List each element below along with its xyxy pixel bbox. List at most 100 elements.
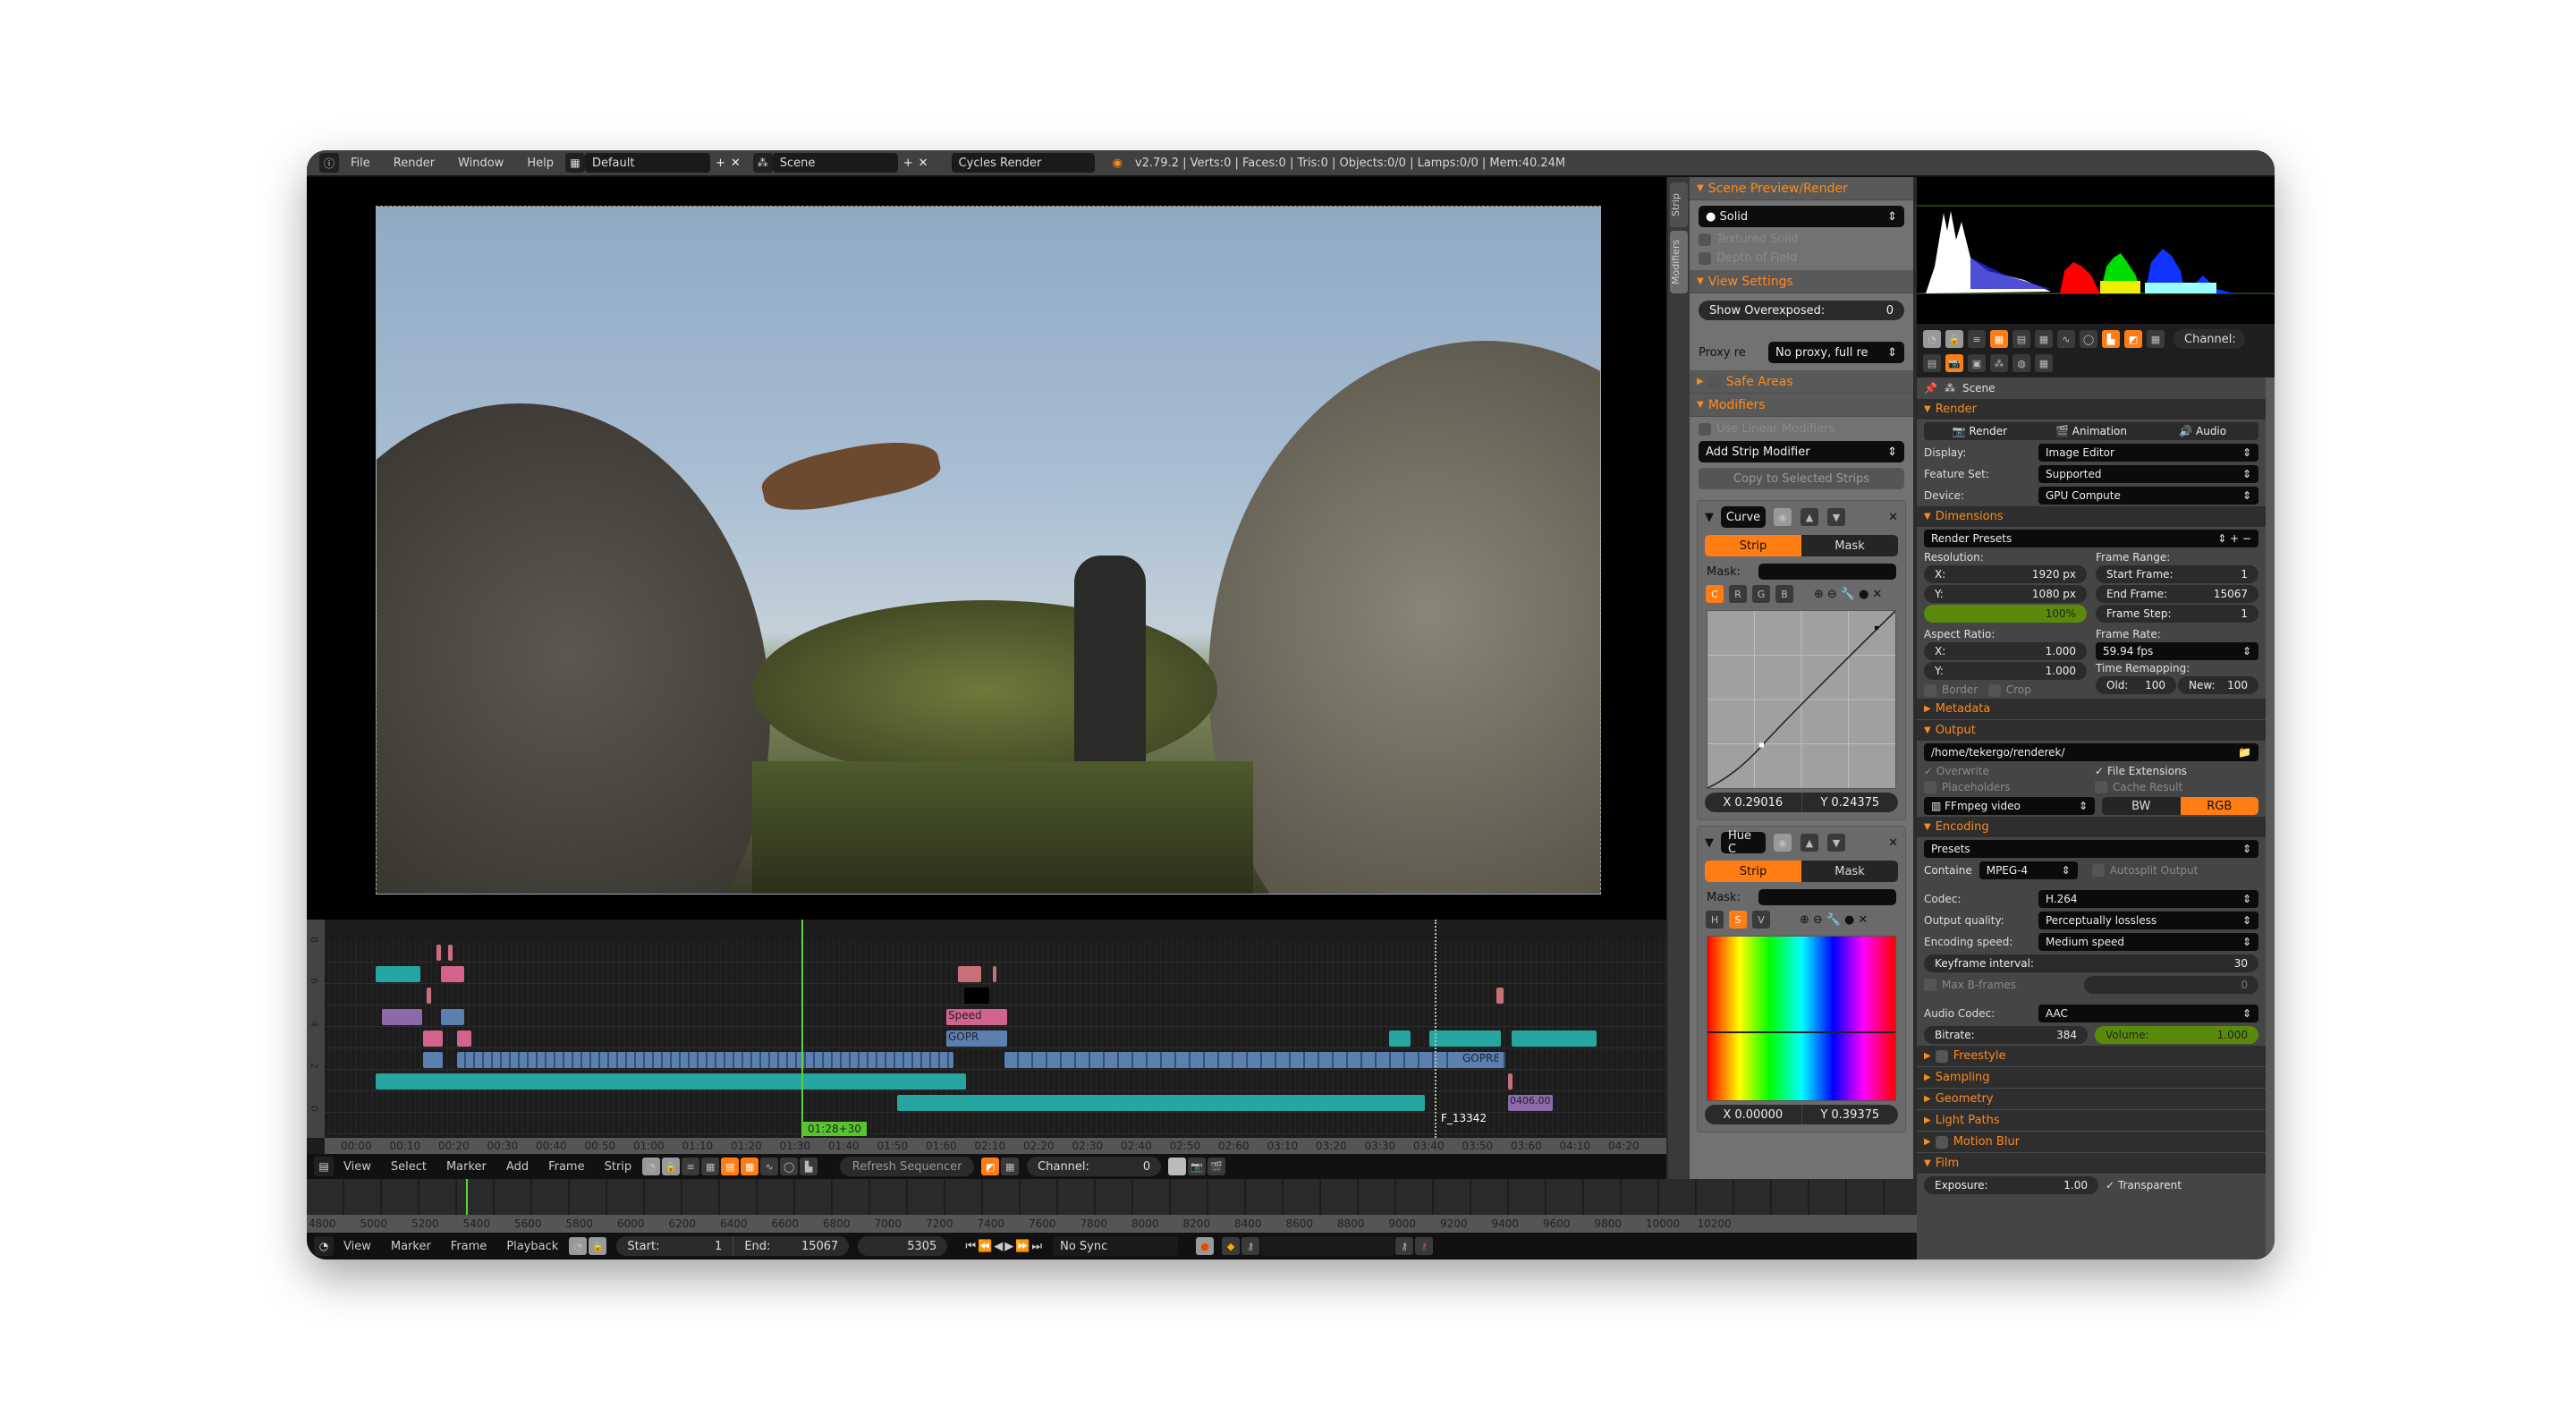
check-icon[interactable]: ✓: [2095, 765, 2107, 777]
mask-field[interactable]: [1758, 564, 1896, 580]
curve-x-field[interactable]: X 0.29016: [1705, 793, 1801, 812]
strip[interactable]: [423, 1031, 443, 1047]
preview-mode-icon[interactable]: ▦: [1990, 330, 2008, 348]
render-anim-icon[interactable]: 🎬: [1208, 1158, 1226, 1175]
seq-preview-mode-icon[interactable]: ▤: [2012, 330, 2030, 348]
jump-start-icon[interactable]: ⏮: [965, 1240, 978, 1253]
scope-channel-field[interactable]: Channel:: [2174, 329, 2245, 349]
view-settings-header[interactable]: ▼ View Settings: [1690, 270, 1913, 293]
remap-old-field[interactable]: Old: 100: [2096, 676, 2176, 694]
lock-icon[interactable]: 🔒: [662, 1158, 681, 1175]
strip[interactable]: [441, 1009, 464, 1025]
proxy-select[interactable]: No proxy, full re ⇕: [1768, 342, 1904, 363]
volume-slider[interactable]: Volume: 1.000: [2095, 1026, 2258, 1044]
wrench-icon[interactable]: 🔧: [1841, 588, 1855, 601]
prev-keyframe-icon[interactable]: ⏪: [978, 1240, 994, 1253]
pin-icon[interactable]: 📌: [1924, 382, 1937, 394]
freestyle-checkbox[interactable]: [1935, 1049, 1948, 1063]
modifier-name-field[interactable]: Curve: [1721, 506, 1766, 528]
audio-button[interactable]: 🔊 Audio: [2147, 422, 2259, 440]
res-percentage-slider[interactable]: 100%: [1924, 605, 2087, 623]
zoom-in-icon[interactable]: ⊕: [1800, 913, 1809, 927]
channel-v[interactable]: V: [1752, 911, 1770, 929]
encoding-presets-select[interactable]: Presets ⇕: [1924, 840, 2258, 858]
sync-mode-select[interactable]: No Sync: [1053, 1236, 1179, 1256]
safe-areas-header[interactable]: ▶ Safe Areas: [1690, 370, 1913, 394]
mask-toggle[interactable]: Mask: [1801, 861, 1898, 882]
dimensions-header[interactable]: ▼ Dimensions: [1917, 506, 2266, 528]
scene-preview-header[interactable]: ▼ Scene Preview/Render: [1690, 177, 1913, 200]
output-path-field[interactable]: /home/tekergo/renderek/ 📁: [1924, 742, 2258, 761]
textured-solid-checkbox[interactable]: [1699, 233, 1711, 246]
layers-context-icon[interactable]: ▣: [1968, 354, 1986, 372]
keyframe-interval-field[interactable]: Keyframe interval: 30: [1924, 954, 2258, 972]
menu-frame[interactable]: Frame: [538, 1160, 595, 1174]
channel-s[interactable]: S: [1729, 911, 1747, 929]
freestyle-header[interactable]: ▶ Freestyle: [1917, 1046, 2266, 1067]
render-context-icon[interactable]: 📷: [1945, 354, 1963, 372]
channel-h[interactable]: H: [1706, 911, 1724, 929]
output-header[interactable]: ▼ Output: [1917, 719, 2266, 742]
curve-point[interactable]: [1758, 742, 1764, 748]
overlay-icon[interactable]: ◩: [2124, 330, 2142, 348]
zoom-in-icon[interactable]: ⊕: [1814, 588, 1824, 601]
gopr-strip[interactable]: GOPR: [946, 1031, 1007, 1047]
motion-blur-header[interactable]: ▶ Motion Blur: [1917, 1132, 2266, 1153]
timeline-playhead[interactable]: [466, 1179, 468, 1215]
aspect-x-field[interactable]: X: 1.000: [1924, 642, 2087, 660]
menu-strip[interactable]: Strip: [595, 1160, 642, 1174]
properties-scrollbar[interactable]: [2266, 377, 2275, 1260]
shading-select[interactable]: ● Solid ⇕: [1699, 206, 1904, 227]
strip[interactable]: [423, 1052, 443, 1068]
device-select[interactable]: GPU Compute ⇕: [2038, 487, 2258, 505]
editor-type-icon[interactable]: ▤: [1923, 354, 1941, 372]
scene-select[interactable]: Scene: [772, 153, 898, 173]
zoom-out-icon[interactable]: ⊖: [1813, 913, 1823, 927]
sequencer-mode-icon[interactable]: ≡: [682, 1158, 700, 1175]
timeline-area[interactable]: [307, 1179, 1917, 1215]
mask-field[interactable]: [1758, 889, 1896, 905]
modifier-name-field[interactable]: Hue C: [1721, 829, 1766, 856]
marker-label[interactable]: F_13342: [1441, 1112, 1487, 1124]
strip[interactable]: [376, 1073, 966, 1090]
channel-c[interactable]: C: [1706, 585, 1724, 603]
time-ruler[interactable]: 00:00 00:10 00:20 00:30 00:40 00:50 01:00 01:10…: [325, 1138, 1666, 1154]
menu-marker[interactable]: Marker: [381, 1240, 441, 1253]
strip[interactable]: [436, 945, 441, 961]
jump-end-icon[interactable]: ⏭: [1031, 1240, 1044, 1253]
keying-set-icon[interactable]: ◆: [1222, 1237, 1241, 1255]
codec-select[interactable]: H.264 ⇕: [2038, 890, 2258, 908]
encoding-header[interactable]: ▼ Encoding: [1917, 817, 2266, 838]
texture-context-icon[interactable]: ▦: [2035, 354, 2053, 372]
motion-blur-checkbox[interactable]: [1935, 1135, 1948, 1149]
check-icon[interactable]: ✓: [2106, 1179, 2118, 1192]
copy-to-selected-button[interactable]: Copy to Selected Strips: [1699, 468, 1904, 489]
current-frame-field[interactable]: 5305: [858, 1236, 948, 1256]
channel-field[interactable]: Channel: 0: [1027, 1157, 1162, 1176]
key-icon[interactable]: ⚷: [1241, 1237, 1260, 1255]
move-up-icon[interactable]: ▲: [1801, 508, 1818, 526]
clear-icon[interactable]: ✕: [1858, 913, 1868, 927]
collapse-icon[interactable]: ▼: [1705, 836, 1714, 850]
strip[interactable]: [1512, 1031, 1597, 1047]
image-display-icon[interactable]: ▦: [741, 1158, 759, 1175]
move-up-icon[interactable]: ▲: [1801, 834, 1818, 852]
menu-add[interactable]: Add: [496, 1160, 538, 1174]
lock-icon[interactable]: 🔒: [589, 1237, 607, 1255]
clear-icon[interactable]: ✕: [1872, 588, 1882, 601]
active-keying-set[interactable]: [1260, 1236, 1395, 1256]
seq-preview-mode-icon[interactable]: ▤: [721, 1158, 740, 1175]
insert-keyframe-icon[interactable]: ⚷: [1395, 1237, 1414, 1255]
crop-checkbox[interactable]: [1987, 683, 2001, 697]
border-checkbox[interactable]: [1924, 683, 1936, 697]
channel-b[interactable]: B: [1775, 585, 1793, 603]
strip[interactable]: [1508, 1073, 1513, 1090]
menu-select[interactable]: Select: [381, 1160, 436, 1174]
strip[interactable]: [376, 966, 420, 982]
preview-range-icon[interactable]: ◔: [569, 1237, 588, 1255]
start-frame-field[interactable]: Start: 1: [616, 1236, 733, 1256]
menu-window[interactable]: Window: [446, 157, 515, 170]
animation-button[interactable]: 🎬 Animation: [2035, 422, 2148, 440]
folder-icon[interactable]: 📁: [2238, 746, 2251, 759]
menu-file[interactable]: File: [339, 157, 382, 170]
